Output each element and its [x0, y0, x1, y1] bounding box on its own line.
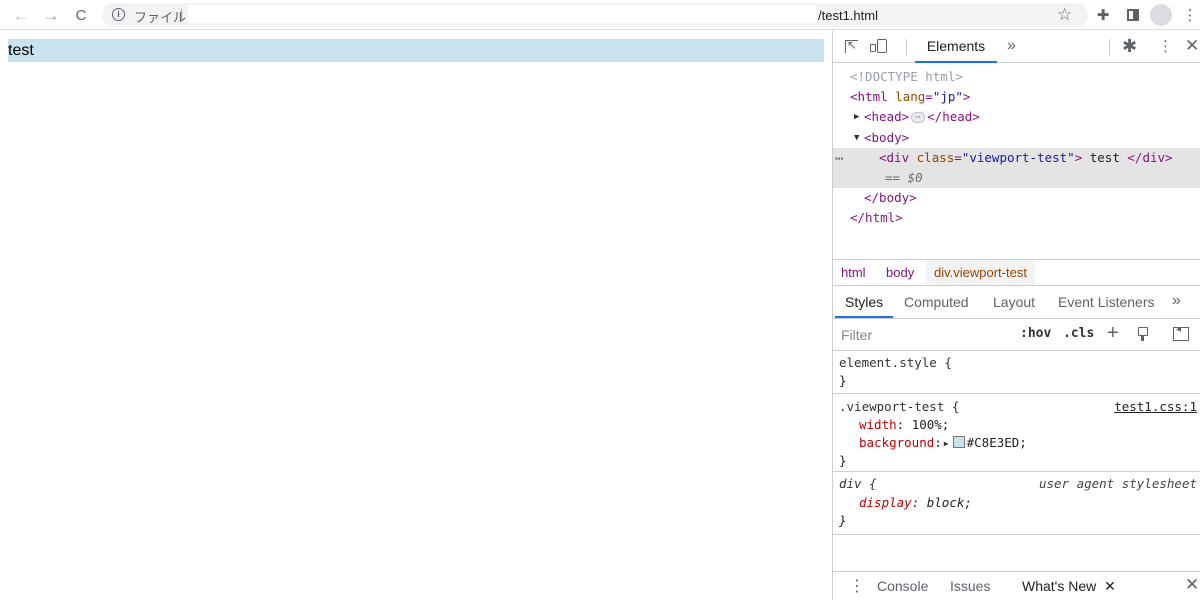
- expand-shorthand-icon[interactable]: ▶: [944, 439, 949, 448]
- rule-close-brace: }: [839, 513, 847, 528]
- rendering-paint-icon[interactable]: [1138, 327, 1148, 341]
- row-dots-icon[interactable]: ⋯: [835, 151, 844, 167]
- page-viewport: test: [0, 31, 832, 600]
- tab-layout[interactable]: Layout: [983, 286, 1045, 318]
- devtools-drawer: ⋮ Console Issues What's New ✕ ✕: [833, 571, 1200, 600]
- viewport-test-div: test: [8, 39, 824, 62]
- side-panel-icon[interactable]: [1122, 4, 1144, 26]
- rule-selector: .viewport-test {: [839, 399, 960, 414]
- rule-close-brace: }: [839, 453, 847, 468]
- dom-body-open[interactable]: ▼ <body>: [853, 128, 909, 148]
- devtools-menu-icon[interactable]: ⋮: [1158, 37, 1173, 55]
- forward-button[interactable]: →: [40, 4, 62, 26]
- devtools-header: Elements » ✱ ⋮ ✕: [833, 31, 1200, 63]
- rule-viewport-test[interactable]: .viewport-test { test1.css:1 width: 100%…: [833, 394, 1200, 472]
- dom-div-selected[interactable]: <div class="viewport-test"> test </div>: [879, 148, 1173, 168]
- css-declaration[interactable]: width: 100%;: [859, 416, 949, 434]
- dom-html-open[interactable]: <html lang="jp">: [850, 87, 970, 107]
- dom-html-close[interactable]: </html>: [850, 208, 903, 228]
- styles-filter-bar: :hov .cls +: [833, 319, 1200, 351]
- tab-computed[interactable]: Computed: [894, 286, 979, 318]
- styles-filter-input[interactable]: [836, 324, 1018, 346]
- close-tab-icon[interactable]: ✕: [1104, 578, 1116, 594]
- css-declaration: display: block;: [859, 495, 972, 510]
- collapsed-ellipsis-icon[interactable]: ⋯: [911, 112, 926, 123]
- css-declaration[interactable]: background: ▶ #C8E3ED;: [859, 434, 1027, 452]
- dom-head-collapsed[interactable]: ▶ <head> ⋯ </head>: [853, 107, 980, 127]
- new-style-rule-button[interactable]: +: [1107, 322, 1119, 345]
- color-swatch[interactable]: [952, 436, 965, 448]
- cls-toggle-button[interactable]: .cls: [1063, 326, 1094, 341]
- rule-div-user-agent[interactable]: div { user agent stylesheet display: blo…: [833, 472, 1200, 535]
- drawer-tab-label: What's New: [1022, 578, 1097, 594]
- device-toolbar-icon[interactable]: [870, 39, 887, 53]
- tab-styles[interactable]: Styles: [835, 286, 894, 318]
- more-tabs-icon[interactable]: »: [1007, 37, 1016, 55]
- rule-source-link[interactable]: test1.css:1: [1114, 398, 1197, 416]
- back-button[interactable]: ←: [10, 4, 32, 26]
- drawer-tab-issues[interactable]: Issues: [950, 572, 990, 600]
- toggle-computed-sidebar-icon[interactable]: [1173, 324, 1189, 341]
- scheme-label: ファイル: [134, 10, 187, 25]
- hov-toggle-button[interactable]: :hov: [1020, 326, 1051, 341]
- profile-avatar[interactable]: [1150, 4, 1172, 26]
- tab-event-listeners[interactable]: Event Listeners: [1048, 286, 1165, 318]
- inspect-element-icon[interactable]: [845, 38, 858, 53]
- settings-gear-icon[interactable]: ✱: [1122, 36, 1137, 57]
- expand-triangle-icon[interactable]: ▶: [854, 107, 859, 127]
- browser-menu-icon[interactable]: ⋮: [1180, 4, 1200, 26]
- rule-element-style[interactable]: element.style { }: [833, 351, 1200, 394]
- url-redacted-field[interactable]: [188, 5, 816, 23]
- dom-selected-marker: == $0: [885, 170, 923, 185]
- extensions-icon[interactable]: ✚: [1092, 4, 1114, 26]
- dom-body-close[interactable]: </body>: [864, 188, 917, 208]
- styles-tab-bar: Styles Computed Layout Event Listeners »: [833, 286, 1200, 319]
- drawer-tab-console[interactable]: Console: [877, 572, 928, 600]
- reload-button[interactable]: C: [70, 4, 92, 26]
- collapse-triangle-icon[interactable]: ▼: [854, 128, 859, 148]
- rule-close-brace: }: [839, 373, 847, 388]
- bookmark-star-icon[interactable]: ☆: [1057, 5, 1072, 25]
- more-style-tabs-icon[interactable]: »: [1172, 292, 1181, 310]
- header-divider: [1109, 39, 1110, 55]
- browser-toolbar: ← → C i ファイル | /test1.html ☆ ✚ ⋮: [0, 0, 1200, 30]
- info-icon[interactable]: i: [112, 8, 125, 21]
- drawer-menu-icon[interactable]: ⋮: [849, 572, 865, 600]
- breadcrumb-body[interactable]: body: [878, 260, 922, 285]
- omnibox-separator: |: [180, 7, 184, 22]
- breadcrumb-div-viewport-test[interactable]: div.viewport-test: [926, 260, 1035, 285]
- url-text[interactable]: /test1.html: [818, 8, 878, 23]
- breadcrumb: html body div.viewport-test: [833, 259, 1200, 286]
- address-bar[interactable]: i ファイル | /test1.html ☆: [102, 3, 1088, 27]
- rule-source-label: user agent stylesheet: [1038, 476, 1197, 491]
- devtools-panel: Elements » ✱ ⋮ ✕ ⋯ <!DOCTYPE html> <html…: [832, 31, 1200, 600]
- close-devtools-icon[interactable]: ✕: [1185, 36, 1199, 56]
- tab-elements[interactable]: Elements: [915, 31, 997, 63]
- rule-selector: element.style {: [839, 355, 952, 370]
- drawer-tab-whats-new[interactable]: What's New ✕: [1022, 572, 1116, 600]
- header-divider: [906, 39, 907, 55]
- breadcrumb-html[interactable]: html: [833, 260, 874, 285]
- rule-selector: div {: [839, 476, 877, 491]
- dom-doctype[interactable]: <!DOCTYPE html>: [850, 67, 963, 87]
- close-drawer-icon[interactable]: ✕: [1185, 575, 1199, 595]
